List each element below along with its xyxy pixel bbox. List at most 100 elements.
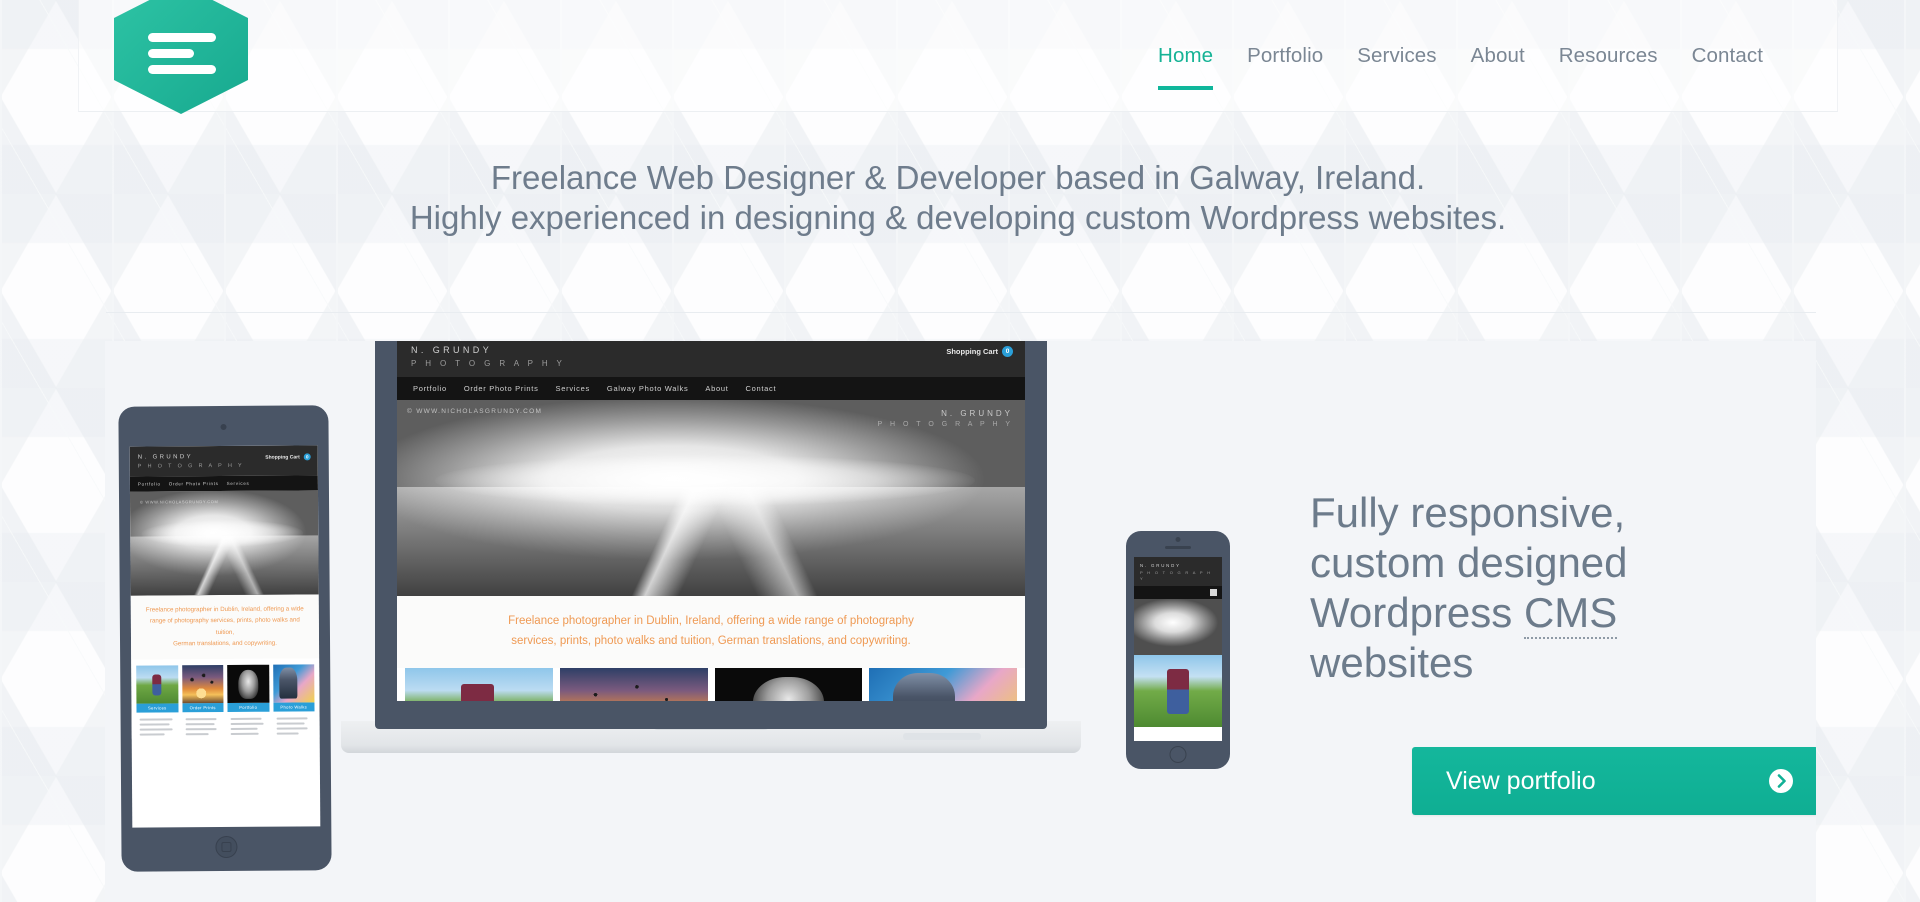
mockup-cart-count-badge: 0 [1002,346,1013,357]
mockup-hero-brand: N. GRUNDY P H O T O G R A P H Y [878,408,1014,431]
mockup-brand-line-2: P H O T O G R A P H Y [411,358,566,368]
gorilla-photo-image [714,667,863,701]
view-portfolio-label: View portfolio [1446,766,1596,795]
mockup-hero-brand-line-1: N. GRUNDY [941,409,1013,419]
tablet-hero-watermark: © WWW.NICHOLASGRUNDY.COM [140,498,219,505]
site-logo[interactable] [106,0,256,116]
mockup-nav-photo-walks[interactable]: Galway Photo Walks [607,384,689,393]
main-navigation: Home Portfolio Services About Resources … [1141,0,1780,112]
tablet-site-nav: Portfolio Order Photo Prints Services [129,475,318,492]
mockup-card[interactable]: Portfolio [714,667,863,701]
page-root: Home Portfolio Services About Resources … [0,0,1920,902]
mockup-site-brand: N. GRUNDY P H O T O G R A P H Y [411,344,1011,370]
mockup-card[interactable]: Photo Walks [869,667,1017,701]
mockup-nav-contact[interactable]: Contact [746,384,777,393]
photographer-photo-image [272,663,315,703]
phone-brand-line-1: N. GRUNDY [1140,563,1181,568]
gorilla-photo-image [227,664,269,703]
tablet-card-row: Services Order Prints Portfolio Photo Wa… [131,657,320,739]
tagline-line-1: Freelance Web Designer & Developer based… [490,159,1426,196]
tablet-nav-portfolio[interactable]: Portfolio [138,481,161,486]
cyclist-photo-image [1134,654,1222,727]
tablet-card-label: Services [136,702,179,713]
hero-heading-part-2: websites [1310,639,1474,686]
tablet-cart-label: Shopping Cart [265,453,300,461]
phone-speaker [1165,546,1191,549]
photographer-photo-image [869,667,1017,701]
mockup-card[interactable]: Services [405,667,553,701]
mockup-hero-image: © WWW.NICHOLASGRUNDY.COM N. GRUNDY P H O… [397,400,1025,597]
tablet-home-button[interactable] [215,835,238,859]
laptop-screen: N. GRUNDY P H O T O G R A P H Y Shopping… [397,341,1025,701]
cyclist-photo-image [136,664,178,704]
hero-copy: Fully responsive, custom designed Wordpr… [1310,488,1730,688]
tablet-cart-count-badge: 0 [303,453,311,461]
laptop-lid: N. GRUNDY P H O T O G R A P H Y Shopping… [375,341,1047,729]
mockup-site-nav: Portfolio Order Photo Prints Services Ga… [397,377,1025,401]
tablet-card-text [228,711,270,735]
balloons-photo-image [559,667,708,701]
tablet-caption-line-3: German translations, and copywriting. [173,639,277,648]
tablet-site-topbar: N. GRUNDY P H O T O G R A P H Y Shopping… [129,445,318,477]
phone-site-navbar [1134,585,1222,599]
phone-brand-line-2: P H O T O G R A P H Y [1140,569,1212,581]
tagline-line-2: Highly experienced in designing & develo… [409,199,1507,236]
tablet-card-text [137,712,179,736]
mockup-nav-about[interactable]: About [705,384,728,393]
phone-hero-image [1134,598,1222,655]
tablet-shopping-cart[interactable]: Shopping Cart 0 [265,453,311,461]
balloons-photo-image [181,664,224,703]
mockup-site-topbar: N. GRUNDY P H O T O G R A P H Y Shopping… [397,341,1025,378]
mockup-shopping-cart[interactable]: Shopping Cart 0 [946,346,1013,357]
tablet-nav-services[interactable]: Services [227,480,250,485]
tablet-card-text [182,712,224,735]
tablet-card[interactable]: Order Prints [181,664,224,738]
phone-site-topbar: N. GRUNDY P H O T O G R A P H Y [1134,557,1222,586]
hamburger-menu-icon[interactable] [1210,588,1217,596]
tablet-camera [220,423,227,431]
tablet-hero-image: © WWW.NICHOLASGRUNDY.COM [129,490,319,596]
tablet-card-label: Portfolio [227,702,270,712]
laptop-foot [903,733,981,740]
circle-chevron-right-icon [1769,769,1793,793]
hero-heading: Fully responsive, custom designed Wordpr… [1310,488,1730,688]
hexagon-menu-logo-icon [114,0,248,114]
mockup-nav-order-prints[interactable]: Order Photo Prints [464,384,539,393]
mockup-nav-services[interactable]: Services [556,384,590,393]
phone-site-brand: N. GRUNDY P H O T O G R A P H Y [1140,563,1216,582]
nav-item-contact[interactable]: Contact [1675,0,1780,112]
phone-home-button[interactable] [1169,746,1187,763]
tablet-card[interactable]: Services [136,664,179,738]
nav-item-services[interactable]: Services [1340,0,1453,112]
phone-mockup: N. GRUNDY P H O T O G R A P H Y [1126,531,1230,769]
mockup-caption-line-2: services, prints, photo walks and tuitio… [511,635,911,648]
tablet-nav-order-prints[interactable]: Order Photo Prints [169,481,219,486]
tablet-card[interactable]: Photo Walks [272,663,315,737]
tablet-mockup: N. GRUNDY P H O T O G R A P H Y Shopping… [118,405,332,872]
tablet-card-text [273,711,315,735]
nav-item-about[interactable]: About [1454,0,1542,112]
mockup-hero-brand-line-2: P H O T O G R A P H Y [877,421,1013,429]
tablet-card[interactable]: Portfolio [227,664,270,737]
tablet-card-label: Photo Walks [272,701,315,712]
tablet-caption-line-2: range of photography services, prints, p… [149,616,300,636]
hero-panel: N. GRUNDY P H O T O G R A P H Y Shopping… [105,341,1816,902]
nav-item-home[interactable]: Home [1141,0,1230,112]
mockup-caption-line-1: Freelance photographer in Dublin, Irelan… [508,615,914,628]
mockup-brand-line-1: N. GRUNDY [411,345,493,355]
view-portfolio-button[interactable]: View portfolio [1412,747,1816,815]
laptop-mockup: N. GRUNDY P H O T O G R A P H Y Shopping… [341,341,1081,769]
cyclist-photo-image [405,667,553,701]
tablet-brand-line-2: P H O T O G R A P H Y [137,463,245,470]
nav-item-portfolio[interactable]: Portfolio [1230,0,1340,112]
hero-heading-abbr-cms[interactable]: CMS [1523,589,1618,639]
mockup-card-row: Services Order Prints [397,667,1025,701]
phone-camera [1175,537,1181,542]
tagline-divider [106,312,1816,313]
nav-item-resources[interactable]: Resources [1542,0,1675,112]
tablet-card-label: Order Prints [181,702,224,712]
mockup-cart-label: Shopping Cart [946,347,998,356]
mockup-nav-portfolio[interactable]: Portfolio [413,384,447,393]
mockup-card[interactable]: Order Prints [559,667,708,701]
tablet-site-caption: Freelance photographer in Dublin, Irelan… [130,594,320,660]
